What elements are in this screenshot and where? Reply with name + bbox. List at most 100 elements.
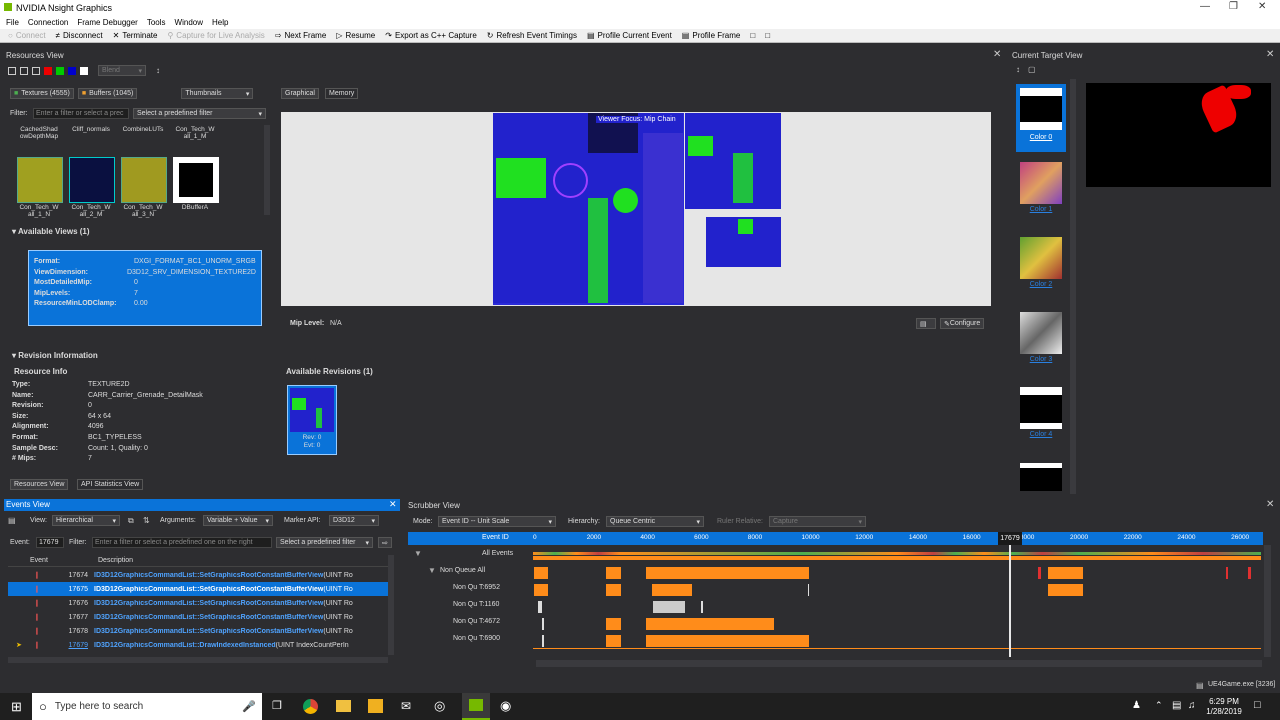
tab-resources-view[interactable]: Resources View (10, 479, 69, 490)
next-frame-button[interactable]: ⇨ Next Frame (275, 31, 327, 40)
copy-icon[interactable] (8, 66, 16, 75)
scrubber-vscrollbar[interactable] (1264, 545, 1271, 657)
notifications-icon[interactable]: □ (1254, 699, 1261, 711)
table-row[interactable]: ❙ 17677 ID3D12GraphicsCommandList::SetGra… (8, 610, 388, 624)
timeline-bar[interactable] (542, 635, 544, 647)
filter-apply-icon[interactable]: ⇨ (378, 537, 392, 548)
table-row[interactable]: ❙ 17674 ID3D12GraphicsCommandList::SetGra… (8, 568, 388, 582)
resources-close-icon[interactable]: ✕ (993, 49, 1001, 60)
timeline-bar[interactable] (606, 567, 621, 579)
resume-button[interactable]: ▷ Resume (336, 31, 375, 40)
revision-info-header[interactable]: ▾ Revision Information (12, 351, 98, 360)
target-item-color4[interactable]: Color 4 (1016, 385, 1066, 450)
people-icon[interactable]: ♟ (1132, 700, 1141, 711)
channels-icon[interactable] (32, 66, 40, 75)
restore-icon[interactable]: ❐ (1229, 1, 1238, 12)
thumbnail[interactable] (173, 157, 219, 203)
thumbnail[interactable] (121, 157, 167, 203)
target-item-more[interactable] (1016, 461, 1066, 491)
cube-icon[interactable]: ▢ (1028, 65, 1036, 74)
hierarchy-select[interactable]: Queue Centric ▾ (606, 516, 704, 527)
thumbnail[interactable] (69, 157, 115, 203)
terminate-button[interactable]: ✕ Terminate (113, 31, 158, 40)
volume-icon[interactable]: ♫ (1188, 700, 1196, 711)
timeline-bar[interactable] (1226, 567, 1228, 579)
target-item-color1[interactable]: Color 1 (1016, 160, 1066, 225)
nsight-taskbar-icon[interactable] (462, 693, 490, 720)
red-channel-toggle[interactable] (44, 66, 52, 75)
export-cpp-button[interactable]: ↷ Export as C++ Capture (385, 31, 477, 40)
timeline-bar[interactable] (1038, 567, 1041, 579)
microphone-icon[interactable]: 🎤 (242, 700, 256, 713)
thumb-label[interactable]: CachedShad owDepthMap (14, 126, 64, 140)
updown-icon[interactable]: ↕ (156, 66, 160, 75)
profile-frame-button[interactable]: ▤ Profile Frame (682, 31, 741, 40)
taskbar-search[interactable]: ○ Type here to search 🎤 (32, 693, 262, 720)
green-channel-toggle[interactable] (56, 66, 64, 75)
blend-select[interactable]: Blend ▾ (98, 65, 146, 76)
timeline-bar[interactable] (606, 635, 621, 647)
target-item-color3[interactable]: Color 3 (1016, 310, 1066, 375)
target-list-scrollbar[interactable] (1070, 79, 1076, 494)
lock-icon[interactable] (20, 66, 28, 75)
target-item-color0[interactable]: Color 0 (1016, 84, 1066, 152)
predefined-filter-select[interactable]: Select a predefined filter ▾ (133, 108, 266, 119)
menu-file[interactable]: File (6, 18, 19, 27)
clock-time[interactable]: 6:29 PM (1204, 697, 1244, 706)
timeline-bar[interactable] (646, 618, 774, 630)
chrome-icon[interactable] (303, 699, 318, 714)
view-mode-select[interactable]: Thumbnails ▾ (181, 88, 254, 99)
timeline-bar[interactable] (701, 601, 703, 613)
capture-live-button[interactable]: ⚲ Capture for Live Analysis (167, 31, 264, 40)
texture-viewer[interactable]: Viewer Focus: Mip Chain (281, 112, 991, 306)
col-event[interactable]: Event (8, 557, 88, 564)
mail-icon[interactable]: ✉ (401, 699, 411, 713)
close-icon[interactable]: ✕ (1258, 1, 1266, 12)
document-icon[interactable]: □ (765, 31, 770, 40)
tab-api-statistics[interactable]: API Statistics View (77, 479, 144, 490)
revision-card[interactable]: Rev: 0 Evt: 0 (287, 385, 337, 455)
collapse-all-arrow-icon[interactable]: ▼ (414, 549, 422, 558)
view-properties-box[interactable]: Format: DXGI_FORMAT_BC1_UNORM_SRGB ViewDi… (28, 250, 262, 326)
network-icon[interactable]: ▤ (1172, 700, 1181, 711)
expand-icon[interactable]: ⧉ (128, 516, 134, 526)
target-preview[interactable] (1086, 83, 1271, 187)
table-row-selected[interactable]: ❙ 17675 ID3D12GraphicsCommandList::SetGra… (8, 582, 388, 596)
table-row[interactable]: ❙ 17678 ID3D12GraphicsCommandList::SetGra… (8, 624, 388, 638)
event-number-input[interactable]: 17679 (36, 537, 64, 548)
timeline-bar[interactable] (808, 584, 809, 596)
tray-up-icon[interactable]: ⌃ (1155, 700, 1163, 711)
timeline-bar[interactable] (534, 584, 548, 596)
timeline-bar[interactable] (646, 567, 809, 579)
menu-frame-debugger[interactable]: Frame Debugger (77, 18, 137, 27)
events-hscrollbar[interactable] (8, 657, 388, 663)
timeline-bar[interactable] (542, 618, 544, 630)
timeline-bar[interactable] (606, 584, 621, 596)
thumbnail[interactable] (17, 157, 63, 203)
menu-help[interactable]: Help (212, 18, 228, 27)
marker-api-select[interactable]: D3D12 ▾ (329, 515, 379, 526)
blue-channel-toggle[interactable] (68, 66, 76, 75)
scrubber-hscrollbar[interactable] (536, 660, 1262, 667)
expand-arrow-icon[interactable]: ▼ (428, 566, 436, 575)
collapse-icon[interactable]: ⇅ (143, 516, 150, 525)
timeline-bar[interactable] (1248, 567, 1251, 579)
bookmark-icon[interactable]: □ (750, 31, 755, 40)
tab-buffers[interactable]: ■ Buffers (1045) (77, 88, 138, 99)
profile-event-button[interactable]: ▤ Profile Current Event (587, 31, 672, 40)
refresh-timings-button[interactable]: ↻ Refresh Event Timings (487, 31, 577, 40)
thumbnail-scrollbar[interactable] (264, 125, 270, 215)
target-item-color2[interactable]: Color 2 (1016, 235, 1066, 300)
thumb-label[interactable]: Cliff_normals (66, 126, 116, 140)
arguments-select[interactable]: Variable + Value ▾ (203, 515, 273, 526)
windows-start-icon[interactable]: ⊞ (11, 699, 22, 715)
app-icon[interactable]: ◎ (434, 698, 445, 714)
resource-filter-input[interactable]: Enter a filter or select a prec (33, 108, 129, 119)
thumb-label[interactable]: Con_Tech_W all_1_M (170, 126, 220, 140)
timeline-bar[interactable] (653, 601, 685, 613)
scrubber-timeline[interactable]: ▼ All Events ▼ Non Queue All Non Qu T:69… (408, 532, 1263, 657)
thumb-label[interactable]: CombineLUTs (118, 126, 168, 140)
minimize-icon[interactable]: — (1200, 1, 1210, 12)
task-view-icon[interactable]: ❐ (272, 699, 282, 712)
menu-window[interactable]: Window (175, 18, 203, 27)
